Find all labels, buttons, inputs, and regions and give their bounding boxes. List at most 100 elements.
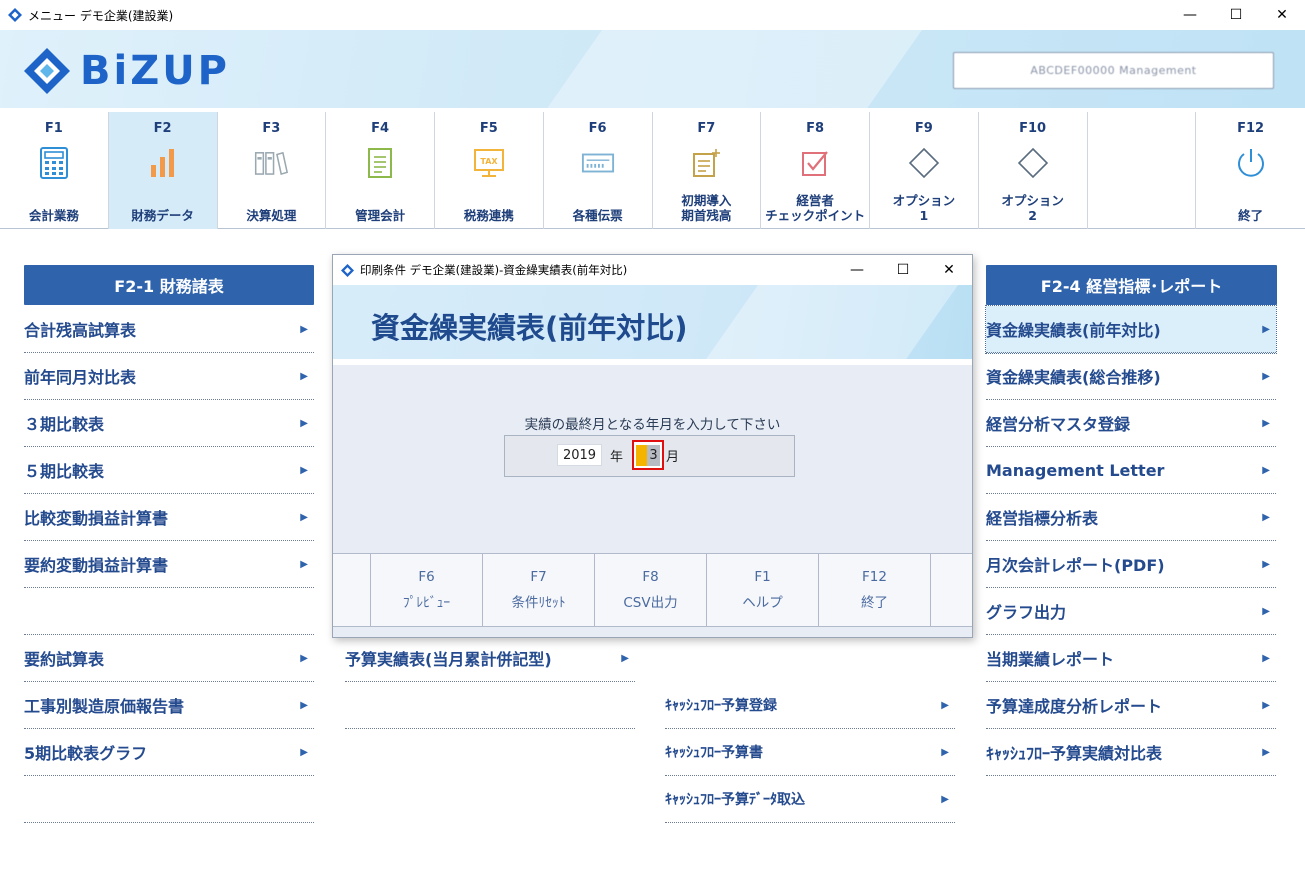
bizup-logo: BiZUP xyxy=(22,46,230,96)
fkey-code: F12 xyxy=(1237,121,1265,136)
menu-item[interactable]: 比較変動損益計算書 ▶ xyxy=(24,494,314,541)
menu-item[interactable]: 5期比較表グラフ ▶ xyxy=(24,729,314,776)
menu-item-label: 経営分析マスタ登録 xyxy=(986,415,1131,434)
menu-item[interactable]: 資金繰実績表(総合推移) ▶ xyxy=(986,353,1276,400)
voucher-icon xyxy=(581,146,615,180)
menu-item[interactable]: 経営分析マスタ登録 ▶ xyxy=(986,400,1276,447)
menu-item-label: ｷｬｯｼｭﾌﾛｰ予算登録 xyxy=(665,698,777,714)
print-conditions-dialog: 印刷条件 デモ企業(建設業)-資金繰実績表(前年対比) — ☐ ✕ 資金繰実績表… xyxy=(332,254,973,638)
arrow-right-icon: ▶ xyxy=(1262,699,1270,711)
menu-item[interactable]: ３期比較表 ▶ xyxy=(24,400,314,447)
menu-item[interactable]: 要約変動損益計算書 ▶ xyxy=(24,541,314,588)
menu-item-label: 資金繰実績表(前年対比) xyxy=(986,321,1161,340)
menu-item-label: Management Letter xyxy=(986,460,1165,480)
fkey-label: 管理会計 xyxy=(355,208,406,223)
dialog-close-button[interactable]: ✕ xyxy=(926,255,972,285)
tax-monitor-icon: TAX xyxy=(472,146,506,180)
fkey-f3[interactable]: F3 決算処理 xyxy=(218,112,327,229)
dialog-minimize-button[interactable]: — xyxy=(834,255,880,285)
fkey-f8[interactable]: F8 経営者 チェックポイント xyxy=(761,112,870,229)
menu-item-label: ｷｬｯｼｭﾌﾛｰ予算書 xyxy=(665,745,763,761)
menu-item-label: ３期比較表 xyxy=(24,415,105,434)
fkey-f9[interactable]: F9 オプション 1 xyxy=(870,112,979,229)
menu-item-label: 月次会計レポート(PDF) xyxy=(986,556,1165,575)
fkey-label: 経営者 チェックポイント xyxy=(765,193,866,223)
arrow-right-icon: ▶ xyxy=(1262,652,1270,664)
menu-item-label: ５期比較表 xyxy=(24,462,105,481)
arrow-right-icon: ▶ xyxy=(300,558,308,570)
svg-text:TAX: TAX xyxy=(480,157,498,166)
fkey-f10[interactable]: F10 オプション 2 xyxy=(979,112,1088,229)
fkey-f12[interactable]: F12 終了 xyxy=(1196,112,1305,229)
fkey-f4[interactable]: F4 管理会計 xyxy=(326,112,435,229)
menu-item[interactable]: 予算達成度分析レポート ▶ xyxy=(986,682,1276,729)
menu-item[interactable]: 経営指標分析表 ▶ xyxy=(986,494,1276,541)
diamond-icon xyxy=(907,146,941,180)
menu-item-label: 前年同月対比表 xyxy=(24,368,137,387)
menu-item[interactable]: 予算実績表(当月累計併記型) ▶ xyxy=(345,635,635,682)
menu-item[interactable]: 前年同月対比表 ▶ xyxy=(24,353,314,400)
arrow-right-icon: ▶ xyxy=(1262,746,1270,758)
menu-item[interactable]: 月次会計レポート(PDF) ▶ xyxy=(986,541,1276,588)
help-button[interactable]: F1 ヘルプ xyxy=(707,554,819,626)
menu-item-label: ｷｬｯｼｭﾌﾛｰ予算実績対比表 xyxy=(986,744,1163,763)
menu-item-empty xyxy=(345,682,635,729)
maximize-button[interactable]: ☐ xyxy=(1213,0,1259,30)
arrow-right-icon: ▶ xyxy=(941,793,949,805)
power-icon xyxy=(1234,146,1268,180)
dialog-heading: 資金繰実績表(前年対比) xyxy=(371,311,688,345)
dialog-title: 印刷条件 デモ企業(建設業)-資金繰実績表(前年対比) xyxy=(360,263,628,277)
menu-item-label: グラフ出力 xyxy=(986,603,1067,622)
csv-export-button[interactable]: F8 CSV出力 xyxy=(595,554,707,626)
document-icon xyxy=(363,146,397,180)
main-titlebar: メニュー デモ企業(建設業) — ☐ ✕ xyxy=(0,0,1305,30)
arrow-right-icon: ▶ xyxy=(621,652,629,664)
arrow-right-icon: ▶ xyxy=(1262,370,1270,382)
menu-item[interactable]: ｷｬｯｼｭﾌﾛｰ予算ﾃﾞｰﾀ取込 ▶ xyxy=(665,776,955,823)
fkey-f5[interactable]: F5 TAX 税務連携 xyxy=(435,112,544,229)
menu-item[interactable]: Management Letter ▶ xyxy=(986,447,1276,494)
menu-item[interactable]: 要約試算表 ▶ xyxy=(24,635,314,682)
dialog-maximize-button[interactable]: ☐ xyxy=(880,255,926,285)
fkey-code: F6 xyxy=(588,121,607,136)
month-input[interactable]: 3 xyxy=(632,440,664,470)
close-button[interactable]: ✕ xyxy=(1259,0,1305,30)
app-icon xyxy=(8,8,22,22)
fkey-f6[interactable]: F6 各種伝票 xyxy=(544,112,653,229)
menu-item[interactable]: グラフ出力 ▶ xyxy=(986,588,1276,635)
menu-item-empty xyxy=(24,776,314,823)
arrow-right-icon: ▶ xyxy=(300,417,308,429)
arrow-right-icon: ▶ xyxy=(1262,558,1270,570)
arrow-right-icon: ▶ xyxy=(300,652,308,664)
fkey-label: 決算処理 xyxy=(246,208,297,223)
arrow-right-icon: ▶ xyxy=(941,699,949,711)
fkey-code: F7 xyxy=(697,121,716,136)
menu-item[interactable]: ｷｬｯｼｭﾌﾛｰ予算登録 ▶ xyxy=(665,682,955,729)
menu-item[interactable]: 工事別製造原価報告書 ▶ xyxy=(24,682,314,729)
reset-conditions-button[interactable]: F7 条件ﾘｾｯﾄ xyxy=(483,554,595,626)
preview-button[interactable]: F6 ﾌﾟﾚﾋﾞｭｰ xyxy=(371,554,483,626)
fkey-code: F5 xyxy=(479,121,498,136)
fkey-f2[interactable]: F2 財務データ xyxy=(108,112,218,229)
fkey-code: F3 xyxy=(262,121,281,136)
fkey-f7[interactable]: F7 初期導入 期首残高 xyxy=(653,112,762,229)
menu-item[interactable]: ５期比較表 ▶ xyxy=(24,447,314,494)
fkey-f1[interactable]: F1 会計業務 xyxy=(0,112,109,229)
menu-item[interactable]: 資金繰実績表(前年対比) ▶ xyxy=(985,305,1277,354)
menu-item[interactable]: 合計残高試算表 ▶ xyxy=(24,306,314,353)
arrow-right-icon: ▶ xyxy=(1262,464,1270,476)
arrow-right-icon: ▶ xyxy=(300,511,308,523)
fkey-label: 会計業務 xyxy=(28,208,79,223)
dialog-exit-button[interactable]: F12 終了 xyxy=(819,554,931,626)
menu-item[interactable]: 当期業績レポート ▶ xyxy=(986,635,1276,682)
menu-item-label: 資金繰実績表(総合推移) xyxy=(986,368,1161,387)
fkey-label: オプション 2 xyxy=(1001,193,1064,223)
menu-item-label: 比較変動損益計算書 xyxy=(24,509,169,528)
date-input-group: 2019 年 3 月 xyxy=(504,435,795,477)
menu-item-label: 当期業績レポート xyxy=(986,650,1115,669)
menu-item[interactable]: ｷｬｯｼｭﾌﾛｰ予算実績対比表 ▶ xyxy=(986,729,1276,776)
menu-item[interactable]: ｷｬｯｼｭﾌﾛｰ予算書 ▶ xyxy=(665,729,955,776)
menu-item-label: 工事別製造原価報告書 xyxy=(24,697,185,716)
minimize-button[interactable]: — xyxy=(1167,0,1213,30)
year-input[interactable]: 2019 xyxy=(557,444,602,466)
